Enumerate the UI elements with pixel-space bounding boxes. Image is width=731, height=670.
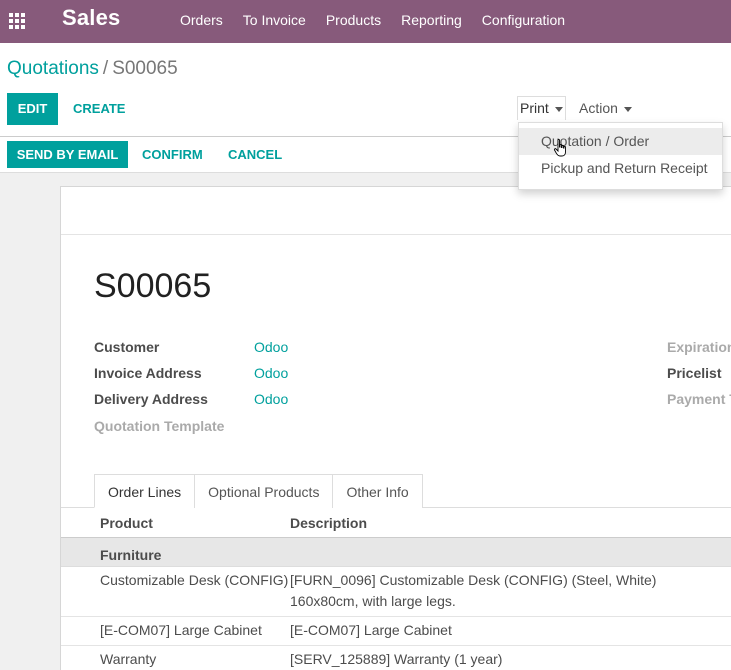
action-dropdown-button[interactable]: Action [579, 96, 632, 120]
section-name: Furniture [100, 547, 162, 563]
edit-button[interactable]: Edit [7, 93, 58, 125]
top-navbar: Sales Orders To Invoice Products Reporti… [0, 0, 731, 43]
line-description: [E-COM07] Large Cabinet [290, 622, 452, 638]
cancel-button[interactable]: Cancel [228, 141, 282, 168]
column-description[interactable]: Description [290, 515, 367, 531]
form-tabs: Order Lines Optional Products Other Info [94, 474, 423, 508]
expiration-label: Expiration [667, 339, 731, 355]
table-row[interactable]: [E-COM07] Large Cabinet [E-COM07] Large … [61, 617, 731, 646]
print-pickup-return-receipt-item[interactable]: Pickup and Return Receipt [519, 155, 722, 182]
breadcrumb: Quotations / S00065 [7, 58, 178, 80]
table-row[interactable]: Customizable Desk (CONFIG) [FURN_0096] C… [61, 567, 731, 617]
quotation-template-label: Quotation Template [94, 418, 225, 434]
order-lines-header: Product Description [61, 508, 731, 538]
caret-down-icon [554, 106, 563, 112]
line-product: Customizable Desk (CONFIG) [100, 572, 289, 588]
action-label: Action [579, 100, 618, 116]
main-menu: Orders To Invoice Products Reporting Con… [170, 0, 575, 43]
menu-configuration[interactable]: Configuration [472, 0, 575, 43]
sheet-header-divider [61, 234, 731, 235]
print-dropdown-menu: Quotation / Order Pickup and Return Rece… [518, 122, 723, 190]
breadcrumb-current: S00065 [112, 58, 178, 79]
line-description-continued: 160x80cm, with large legs. [290, 593, 456, 609]
customer-field[interactable]: Odoo [254, 339, 288, 355]
tab-optional-products[interactable]: Optional Products [194, 474, 334, 508]
table-row[interactable]: Warranty [SERV_125889] Warranty (1 year) [61, 646, 731, 670]
menu-orders[interactable]: Orders [170, 0, 233, 43]
customer-label: Customer [94, 339, 160, 355]
create-button[interactable]: Create [73, 93, 125, 125]
invoice-address-field[interactable]: Odoo [254, 365, 288, 381]
delivery-address-field[interactable]: Odoo [254, 391, 288, 407]
print-label: Print [520, 100, 549, 116]
confirm-button[interactable]: Confirm [142, 141, 203, 168]
column-product[interactable]: Product [100, 515, 153, 531]
payment-terms-label: Payment T [667, 391, 731, 407]
send-by-email-button[interactable]: Send by Email [7, 141, 128, 168]
menu-to-invoice[interactable]: To Invoice [233, 0, 316, 43]
form-sheet: S00065 Customer Odoo Invoice Address Odo… [60, 186, 731, 670]
apps-menu-icon[interactable] [8, 12, 26, 30]
breadcrumb-separator: / [102, 58, 109, 79]
caret-down-icon [623, 106, 632, 112]
menu-products[interactable]: Products [316, 0, 391, 43]
print-quotation-order-item[interactable]: Quotation / Order [519, 128, 722, 155]
record-title: S00065 [94, 267, 212, 305]
app-title[interactable]: Sales [62, 5, 121, 31]
line-product: Warranty [100, 651, 157, 667]
pricelist-label: Pricelist [667, 365, 722, 381]
delivery-address-label: Delivery Address [94, 391, 208, 407]
invoice-address-label: Invoice Address [94, 365, 202, 381]
breadcrumb-quotations-link[interactable]: Quotations [7, 58, 99, 79]
tab-other-info[interactable]: Other Info [332, 474, 423, 508]
line-description: [FURN_0096] Customizable Desk (CONFIG) (… [290, 572, 657, 588]
print-dropdown-button[interactable]: Print [517, 96, 566, 120]
hand-pointer-icon [553, 139, 566, 157]
tab-order-lines[interactable]: Order Lines [94, 474, 196, 508]
line-description: [SERV_125889] Warranty (1 year) [290, 651, 503, 667]
line-product: [E-COM07] Large Cabinet [100, 622, 262, 638]
menu-reporting[interactable]: Reporting [391, 0, 472, 43]
section-row[interactable]: Furniture [61, 538, 731, 567]
